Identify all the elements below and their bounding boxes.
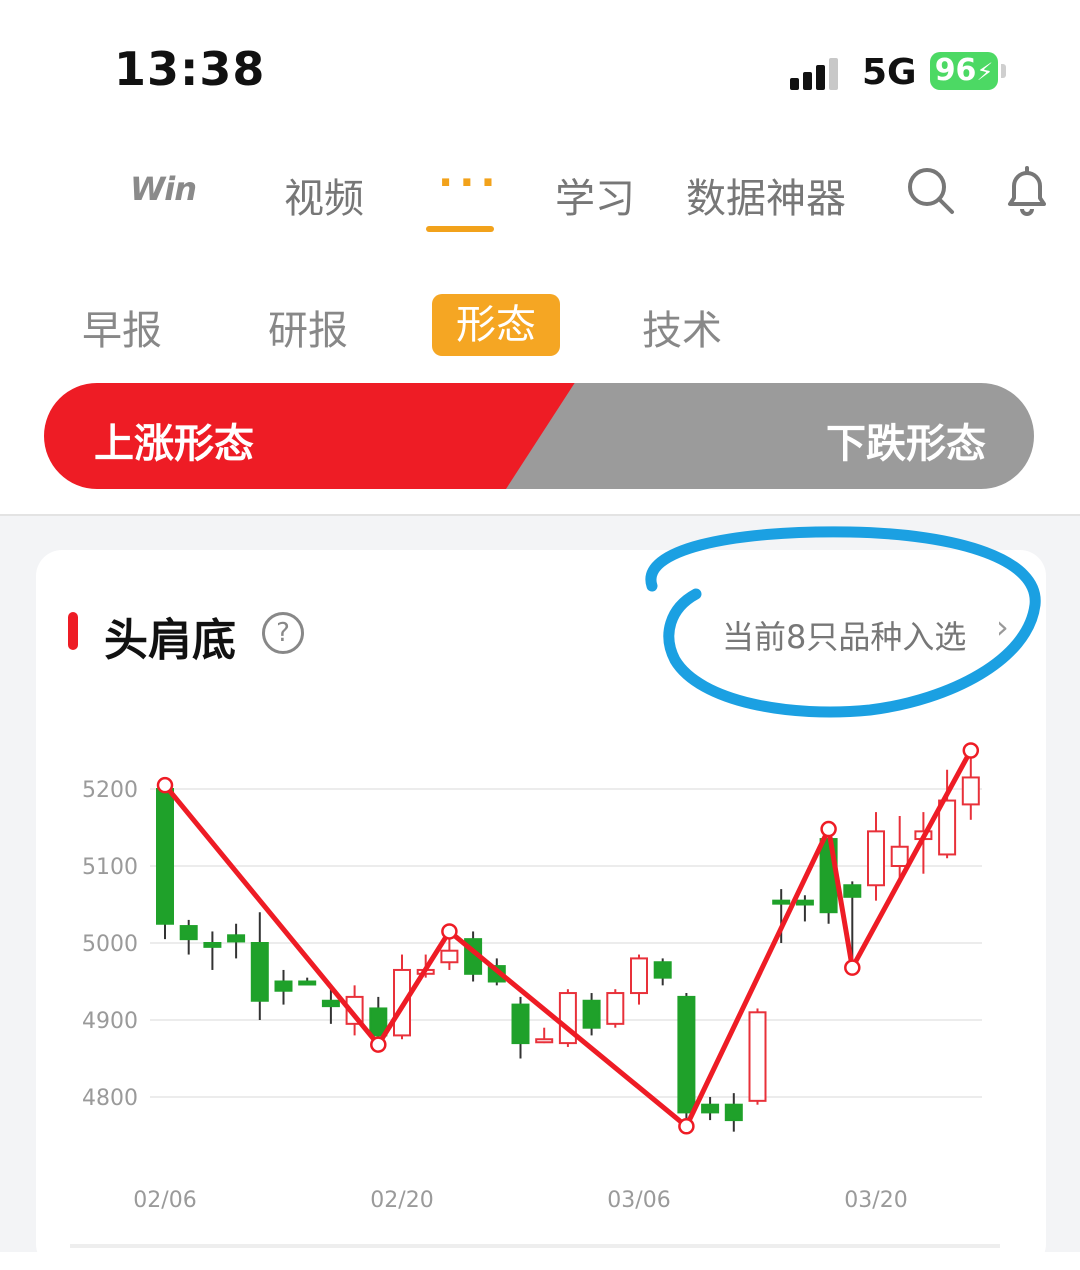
pattern-point [678, 1118, 695, 1135]
pattern-point [820, 820, 837, 838]
y-tick-label: 5000 [82, 932, 138, 957]
candle-body [890, 845, 909, 867]
candle-body [772, 899, 791, 905]
pattern-point [370, 1036, 387, 1053]
candle-body [653, 961, 672, 979]
candle-body [582, 999, 601, 1029]
x-tick-label: 02/20 [370, 1188, 433, 1213]
candle-body [795, 899, 814, 906]
pattern-point [156, 776, 174, 794]
pattern-line [163, 749, 973, 1129]
candle-body [156, 788, 174, 925]
pattern-point [962, 742, 980, 759]
pattern-point [441, 923, 458, 940]
card-bottom-edge [70, 1244, 1000, 1248]
candle-body [535, 1038, 554, 1044]
candle-body [867, 830, 885, 887]
x-tick-label: 02/06 [133, 1188, 196, 1213]
candle-body [203, 942, 222, 948]
y-tick-label: 5200 [82, 778, 138, 803]
candle-body [274, 980, 293, 992]
candle-body [701, 1103, 720, 1114]
candle-body [179, 925, 198, 941]
candle-body [321, 999, 340, 1008]
candle-body [511, 1003, 530, 1045]
candle-body [227, 934, 246, 943]
candle-body [748, 1011, 767, 1102]
y-tick-label: 4800 [82, 1086, 138, 1111]
candle-body [630, 957, 648, 995]
candle-body [843, 884, 862, 898]
candle-body [961, 776, 980, 806]
candle-body [677, 995, 696, 1114]
candle-body [606, 992, 625, 1025]
x-tick-label: 03/06 [607, 1188, 670, 1213]
candlestick-chart: 4800 4900 5000 5100 5200 02/06 02/20 03/06 03/2… [82, 742, 982, 1213]
candle-body [298, 980, 317, 986]
candle-body [440, 949, 459, 964]
pattern-point [844, 959, 861, 976]
y-tick-label: 4900 [82, 1009, 138, 1034]
y-tick-label: 5100 [82, 855, 138, 880]
x-tick-label: 03/20 [844, 1188, 907, 1213]
candle-body [724, 1103, 743, 1122]
candle-body [250, 942, 269, 1002]
